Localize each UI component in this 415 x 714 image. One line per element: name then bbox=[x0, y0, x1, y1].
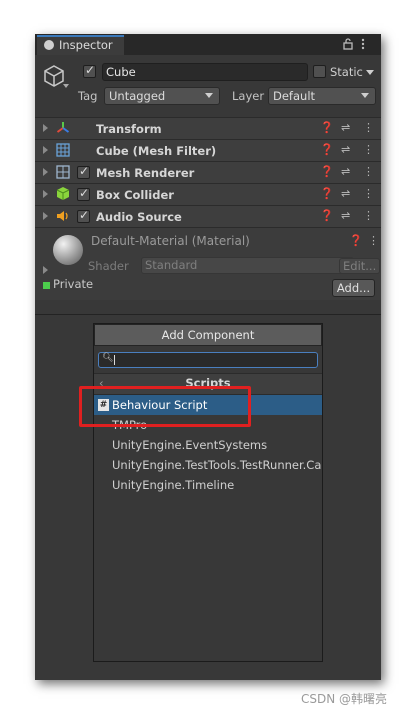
foldout-arrow[interactable] bbox=[43, 168, 48, 176]
private-indicator-icon bbox=[43, 282, 50, 289]
highlight-box bbox=[79, 386, 251, 427]
list-item-eventsystems[interactable]: UnityEngine.EventSystems bbox=[94, 435, 322, 455]
preset-icon[interactable]: ⇌ bbox=[341, 121, 350, 134]
preset-icon[interactable]: ⇌ bbox=[341, 165, 350, 178]
layer-label: Layer bbox=[232, 89, 265, 103]
static-dropdown-arrow[interactable] bbox=[366, 70, 374, 75]
tag-label: Tag bbox=[78, 89, 98, 103]
preset-icon[interactable]: ⇌ bbox=[341, 209, 350, 222]
static-checkbox[interactable] bbox=[313, 65, 326, 78]
foldout-arrow[interactable] bbox=[43, 146, 48, 154]
component-name: Box Collider bbox=[96, 188, 174, 202]
static-label[interactable]: Static bbox=[330, 65, 363, 79]
preset-icon[interactable]: ⇌ bbox=[341, 143, 350, 156]
mesh-filter-icon bbox=[56, 143, 70, 157]
shader-label: Shader bbox=[88, 259, 129, 273]
kebab-icon[interactable]: ⋮ bbox=[363, 121, 374, 134]
watermark: CSDN @韩曙亮 bbox=[301, 692, 388, 706]
help-icon[interactable]: ❓ bbox=[349, 234, 363, 247]
foldout-arrow[interactable] bbox=[43, 190, 48, 198]
info-icon bbox=[44, 40, 54, 50]
divider bbox=[35, 314, 381, 315]
chevron-down-icon bbox=[361, 93, 369, 98]
list-item-timeline[interactable]: UnityEngine.Timeline bbox=[94, 475, 322, 495]
inspector-window: Inspector Cube Static Tag Untagged Layer… bbox=[35, 34, 381, 680]
component-enabled-checkbox[interactable] bbox=[77, 208, 90, 223]
tag-dropdown[interactable]: Untagged bbox=[104, 87, 220, 105]
lock-icon[interactable] bbox=[343, 38, 353, 50]
help-icon[interactable]: ❓ bbox=[320, 187, 334, 200]
kebab-icon[interactable]: ⋮ bbox=[363, 165, 374, 178]
add-component-panel: Add Component 🔍︎ ‹ Scripts # Behaviour S… bbox=[93, 323, 323, 662]
material-name: Default-Material (Material) bbox=[91, 234, 250, 248]
search-icon: 🔍︎ bbox=[102, 353, 114, 363]
foldout-arrow[interactable] bbox=[43, 212, 48, 220]
kebab-icon[interactable] bbox=[361, 38, 365, 50]
edit-shader-button-label[interactable]: Edit... bbox=[339, 258, 381, 274]
audio-source-icon bbox=[57, 211, 68, 221]
component-mesh-filter[interactable]: Cube (Mesh Filter) ❓ ⇌ ⋮ bbox=[35, 139, 381, 161]
mesh-renderer-icon bbox=[56, 165, 70, 179]
component-enabled-checkbox[interactable] bbox=[77, 164, 90, 179]
search-input[interactable]: 🔍︎ bbox=[98, 352, 318, 368]
component-enabled-checkbox[interactable] bbox=[77, 186, 90, 201]
preset-icon[interactable]: ⇌ bbox=[341, 187, 350, 200]
component-name: Transform bbox=[96, 122, 162, 136]
add-button[interactable]: Add... bbox=[332, 279, 375, 297]
kebab-icon[interactable]: ⋮ bbox=[363, 143, 374, 156]
list-item-testrunner[interactable]: UnityEngine.TestTools.TestRunner.Ca bbox=[94, 455, 322, 475]
tab-inspector[interactable]: Inspector bbox=[37, 35, 124, 55]
kebab-icon[interactable]: ⋮ bbox=[363, 187, 374, 200]
kebab-icon[interactable]: ⋮ bbox=[368, 234, 379, 247]
object-name-field[interactable]: Cube bbox=[102, 63, 308, 81]
tab-bar: Inspector bbox=[35, 34, 381, 55]
help-icon[interactable]: ❓ bbox=[320, 143, 334, 156]
component-audio-source[interactable]: Audio Source ❓ ⇌ ⋮ bbox=[35, 205, 381, 227]
help-icon[interactable]: ❓ bbox=[320, 209, 334, 222]
help-icon[interactable]: ❓ bbox=[320, 121, 334, 134]
foldout-arrow[interactable] bbox=[43, 124, 48, 132]
icon-dropdown-arrow[interactable] bbox=[63, 84, 69, 88]
component-name: Cube (Mesh Filter) bbox=[96, 144, 217, 158]
foldout-arrow[interactable] bbox=[43, 266, 48, 274]
kebab-icon[interactable]: ⋮ bbox=[363, 209, 374, 222]
chevron-down-icon bbox=[205, 93, 213, 98]
component-name: Audio Source bbox=[96, 210, 182, 224]
component-transform[interactable]: Transform ❓ ⇌ ⋮ bbox=[35, 117, 381, 139]
layer-dropdown[interactable]: Default bbox=[268, 87, 376, 105]
text-cursor bbox=[114, 355, 115, 365]
box-collider-icon bbox=[56, 187, 70, 200]
component-mesh-renderer[interactable]: Mesh Renderer ❓ ⇌ ⋮ bbox=[35, 161, 381, 183]
shader-dropdown[interactable]: Standard bbox=[141, 257, 354, 274]
component-box-collider[interactable]: Box Collider ❓ ⇌ ⋮ bbox=[35, 183, 381, 205]
component-name: Mesh Renderer bbox=[96, 166, 195, 180]
tab-title: Inspector bbox=[59, 38, 113, 52]
material-preview-sphere[interactable] bbox=[53, 235, 83, 265]
private-label: Private bbox=[53, 277, 94, 291]
help-icon[interactable]: ❓ bbox=[320, 165, 334, 178]
add-component-button[interactable]: Add Component bbox=[94, 324, 322, 346]
material-section: Default-Material (Material) ❓ ⋮ Shader S… bbox=[35, 227, 381, 300]
active-checkbox[interactable] bbox=[83, 63, 96, 78]
transform-icon bbox=[56, 122, 70, 133]
